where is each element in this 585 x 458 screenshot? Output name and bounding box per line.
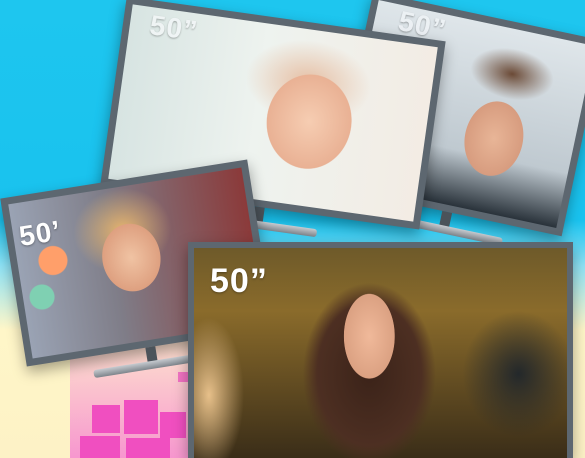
pink-square [126, 438, 170, 458]
pink-square [124, 400, 158, 434]
size-label: 50’ [16, 214, 64, 252]
pink-square [80, 436, 120, 458]
woman-screen: 50” [194, 248, 567, 458]
size-label: 50” [210, 262, 268, 300]
pink-square [92, 405, 120, 433]
pink-square [160, 412, 186, 438]
pink-square [178, 372, 188, 382]
size-label: 50” [147, 9, 200, 47]
tv-woman: 50” [188, 242, 573, 458]
tv-collage-scene: 50” 50” 50’ 50” [0, 0, 585, 458]
